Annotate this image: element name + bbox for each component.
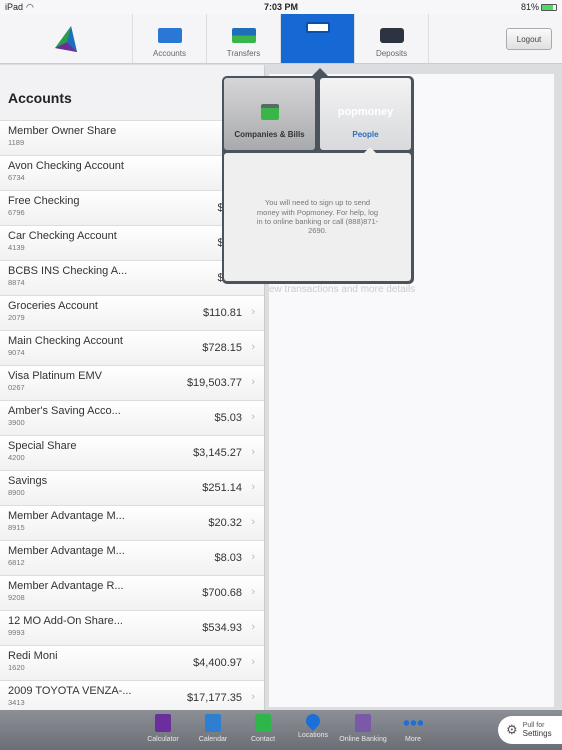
toolbar-item-calendar[interactable]: Calendar — [188, 710, 238, 750]
tab-label: Deposits — [375, 49, 408, 58]
chevron-right-icon: › — [251, 376, 255, 388]
logo-icon — [55, 25, 77, 52]
account-row[interactable]: Visa Platinum EMV 0267 $19,503.77 › — [0, 365, 264, 400]
toolbar-item-calculator[interactable]: Calculator — [138, 710, 188, 750]
popover-content: You will need to sign up to send money w… — [224, 147, 411, 281]
account-row[interactable]: Savings 8900 $251.14 › — [0, 470, 264, 505]
tab-people[interactable]: popmoney People — [320, 78, 411, 150]
account-balance: $17,177.35 — [186, 692, 242, 704]
account-balance: $728.15 — [202, 342, 242, 354]
account-row[interactable]: Member Advantage R... 9208 $700.68 › — [0, 575, 264, 610]
tab-accounts[interactable]: Accounts — [133, 14, 207, 63]
account-number: 6734 — [8, 173, 25, 182]
bottom-toolbar: Calculator Calendar Contact Locations Online… — [0, 710, 562, 750]
more-icon — [403, 720, 423, 726]
popover-arrow — [311, 68, 329, 77]
toolbar-label: More — [405, 736, 421, 743]
tab-label: Transfers — [226, 49, 261, 58]
account-balance: $700.68 — [202, 587, 242, 599]
account-balance: $3,145.27 — [193, 447, 242, 459]
account-row[interactable]: Groceries Account 2079 $110.81 › — [0, 295, 264, 330]
tab-label: People — [352, 130, 379, 139]
chevron-right-icon: › — [251, 481, 255, 493]
detail-hint: ew transactions and more details — [269, 284, 416, 295]
chevron-right-icon: › — [251, 411, 255, 423]
toolbar-item-locations[interactable]: Locations — [288, 710, 338, 750]
account-balance: $5.03 — [214, 412, 242, 424]
account-row[interactable]: Member Advantage M... 6812 $8.03 › — [0, 540, 264, 575]
account-balance: $4,400.97 — [193, 657, 242, 669]
account-balance: $8.03 — [214, 552, 242, 564]
account-row[interactable]: 12 MO Add-On Share... 9993 $534.93 › — [0, 610, 264, 645]
chevron-right-icon: › — [251, 551, 255, 563]
pull-for-settings[interactable]: ⚙ Pull for Settings — [498, 716, 562, 744]
tab-label: Companies & Bills — [234, 130, 305, 139]
chevron-right-icon: › — [251, 586, 255, 598]
calendar-icon — [205, 714, 221, 732]
settings-label: Settings — [522, 729, 552, 738]
money-icon — [305, 22, 330, 33]
online-banking-icon — [355, 714, 371, 732]
account-number: 1189 — [8, 138, 25, 147]
tab-deposits[interactable]: Deposits — [355, 14, 429, 63]
account-balance: $534.93 — [202, 622, 242, 634]
account-balance: $110.81 — [203, 307, 242, 319]
chevron-right-icon: › — [251, 621, 255, 633]
chevron-right-icon: › — [251, 516, 255, 528]
account-row[interactable]: Special Share 4200 $3,145.27 › — [0, 435, 264, 470]
chevron-right-icon: › — [251, 341, 255, 353]
account-row[interactable]: Amber's Saving Acco... 3900 $5.03 › — [0, 400, 264, 435]
chevron-right-icon: › — [251, 656, 255, 668]
account-row[interactable]: Main Checking Account 9074 $728.15 › — [0, 330, 264, 365]
toolbar-label: Online Banking — [339, 736, 387, 743]
payment-popover: Companies & Bills popmoney People You wi… — [222, 68, 414, 284]
toolbar-item-more[interactable]: More — [388, 710, 438, 750]
account-row[interactable]: Member Advantage M... 8915 $20.32 › — [0, 505, 264, 540]
toolbar-label: Locations — [298, 732, 328, 739]
chevron-right-icon: › — [251, 691, 255, 703]
settings-hint: Pull for — [522, 722, 545, 729]
account-balance: $20.32 — [208, 517, 242, 529]
contact-icon — [255, 714, 271, 732]
account-balance: $251.14 — [202, 482, 242, 494]
gear-icon: ⚙ — [506, 722, 518, 737]
toolbar-label: Calendar — [198, 736, 228, 743]
toolbar-item-contact[interactable]: Contact — [238, 710, 288, 750]
account-name: Avon Checking Account — [8, 160, 124, 172]
toolbar-label: Contact — [250, 736, 276, 743]
chevron-right-icon: › — [251, 306, 255, 318]
tab-transfers[interactable]: Transfers — [207, 14, 281, 63]
popmoney-logo: popmoney — [337, 106, 394, 118]
camera-icon — [379, 28, 404, 43]
status-bar: iPad ◠ 7:03 PM 81% — [0, 0, 562, 14]
locations-icon — [303, 711, 323, 731]
account-balance: $19,503.77 — [186, 377, 242, 389]
calculator-icon — [155, 714, 171, 732]
logo[interactable] — [0, 14, 133, 63]
toolbar-item-online-banking[interactable]: Online Banking — [338, 710, 388, 750]
clock: 7:03 PM — [263, 2, 298, 12]
tab-companies-bills[interactable]: Companies & Bills — [224, 78, 315, 150]
toolbar-label: Calculator — [147, 736, 179, 743]
logout-button[interactable]: Logout — [506, 28, 552, 50]
bill-pay-icon — [260, 104, 279, 120]
tab-label: Accounts — [153, 49, 186, 58]
account-row[interactable]: Redi Moni 1620 $4,400.97 › — [0, 645, 264, 680]
battery-icon — [541, 3, 557, 11]
transfer-arrows-icon — [231, 28, 256, 43]
credit-card-icon — [157, 28, 182, 43]
account-name: Member Owner Share — [8, 125, 117, 137]
tab-pay[interactable] — [281, 14, 355, 63]
top-nav: Accounts Transfers Deposits Logout — [0, 14, 562, 64]
popmoney-message: You will need to sign up to send money w… — [256, 198, 379, 236]
account-row[interactable]: 2009 TOYOTA VENZA-... 3413 $17,177.35 › — [0, 680, 264, 710]
chevron-right-icon: › — [251, 446, 255, 458]
